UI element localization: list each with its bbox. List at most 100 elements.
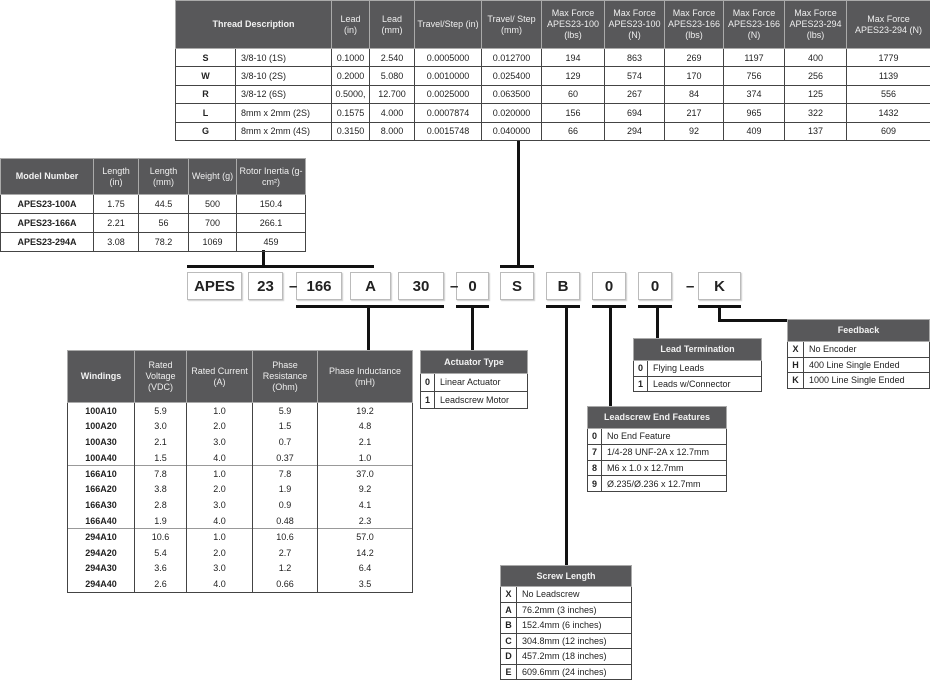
table-cell: 8.000 <box>370 122 415 140</box>
table-cell: 0.7 <box>253 434 318 450</box>
table-row: 294A402.64.00.663.5 <box>68 576 413 592</box>
table-cell: 267 <box>605 85 665 103</box>
table-cell: 3.0 <box>187 497 253 513</box>
table-cell: 2.21 <box>94 214 139 233</box>
table-title: Leadscrew End Features <box>588 407 727 429</box>
table-row: APES23-166A2.2156700266.1 <box>1 214 306 233</box>
connector-line <box>187 265 374 268</box>
table-cell: 8mm x 2mm (4S) <box>236 122 332 140</box>
table-cell: 294 <box>605 122 665 140</box>
table-cell: 14.2 <box>318 545 413 561</box>
column-header: Model Number <box>1 159 94 195</box>
table-cell: 170 <box>665 67 724 85</box>
table-cell: 4.0 <box>187 576 253 592</box>
table-cell: 1.0 <box>187 529 253 545</box>
option-description: No End Feature <box>602 429 727 445</box>
table-cell: 166A10 <box>68 466 135 482</box>
connector-line <box>296 305 444 308</box>
model-table: Model NumberLength (in)Length (mm)Weight… <box>0 158 306 252</box>
column-header: Thread Description <box>176 1 332 49</box>
table-cell: 3.6 <box>135 560 187 576</box>
table-row: L8mm x 2mm (2S)0.15754.0000.00078740.020… <box>176 104 930 122</box>
option-code: 0 <box>634 361 648 377</box>
connector-line <box>546 305 580 308</box>
table-row: APES23-100A1.7544.5500150.4 <box>1 195 306 214</box>
table-cell: 0.040000 <box>482 122 542 140</box>
option-code: 0 <box>588 429 602 445</box>
table-cell: 574 <box>605 67 665 85</box>
option-row: 0Flying Leads <box>634 361 762 377</box>
table-cell: 166A30 <box>68 497 135 513</box>
option-description: 457.2mm (18 inches) <box>517 649 632 665</box>
table-cell: 150.4 <box>237 195 306 214</box>
connector-line <box>262 250 265 266</box>
table-cell: APES23-166A <box>1 214 94 233</box>
table-cell: 2.6 <box>135 576 187 592</box>
option-description: 76.2mm (3 inches) <box>517 602 632 618</box>
table-cell: 0.9 <box>253 497 318 513</box>
connector-line <box>367 306 370 350</box>
table-cell: 3/8-10 (1S) <box>236 49 332 67</box>
option-row: 8M6 x 1.0 x 12.7mm <box>588 460 727 476</box>
table-title: Screw Length <box>501 566 632 587</box>
table-cell: 2.7 <box>253 545 318 561</box>
thread-table: Thread DescriptionLead (in)Lead (mm)Trav… <box>175 0 930 141</box>
part-segment: 23 <box>248 272 283 300</box>
option-description: 609.6mm (24 inches) <box>517 664 632 680</box>
part-segment: 0 <box>456 272 489 300</box>
table-row: W3/8-10 (2S)0.20005.0800.00100000.025400… <box>176 67 930 85</box>
table-cell: 1.5 <box>253 418 318 434</box>
table-row: APES23-294A3.0878.21069459 <box>1 233 306 252</box>
table-cell: 294A40 <box>68 576 135 592</box>
table-cell: 8mm x 2mm (2S) <box>236 104 332 122</box>
option-row: E609.6mm (24 inches) <box>501 664 632 680</box>
table-cell: 4.0 <box>187 450 253 466</box>
table-cell: 125 <box>785 85 847 103</box>
table-cell: 0.1575 <box>332 104 370 122</box>
table-cell: 322 <box>785 104 847 122</box>
table-cell: 194 <box>542 49 605 67</box>
table-cell: 0.0015748 <box>415 122 482 140</box>
table-cell: 100A10 <box>68 403 135 419</box>
option-code: X <box>501 587 517 603</box>
table-cell: 0.66 <box>253 576 318 592</box>
part-separator: – <box>686 272 694 300</box>
table-cell: L <box>176 104 236 122</box>
column-header: Max Force APES23-100 (lbs) <box>542 1 605 49</box>
option-row: K1000 Line Single Ended <box>788 373 930 389</box>
option-row: XNo Encoder <box>788 342 930 358</box>
option-row: D457.2mm (18 inches) <box>501 649 632 665</box>
table-title: Feedback <box>788 320 930 342</box>
option-description: Flying Leads <box>648 361 762 377</box>
table-cell: 7.8 <box>253 466 318 482</box>
column-header: Windings <box>68 351 135 403</box>
table-cell: 1.9 <box>135 513 187 529</box>
table-cell: 2.8 <box>135 497 187 513</box>
column-header: Travel/Step (in) <box>415 1 482 49</box>
table-cell: 1779 <box>847 49 930 67</box>
option-row: 9Ø.235/Ø.236 x 12.7mm <box>588 476 727 492</box>
table-cell: 44.5 <box>139 195 189 214</box>
option-code: X <box>788 342 804 358</box>
table-cell: 10.6 <box>253 529 318 545</box>
table-cell: 129 <box>542 67 605 85</box>
leadscrew-end-table: Leadscrew End Features0No End Feature71/… <box>587 406 727 492</box>
column-header: Rated Voltage (VDC) <box>135 351 187 403</box>
table-cell: 3.0 <box>187 434 253 450</box>
table-cell: 269 <box>665 49 724 67</box>
table-cell: 1197 <box>724 49 785 67</box>
table-cell: 7.8 <box>135 466 187 482</box>
table-cell: 0.025400 <box>482 67 542 85</box>
column-header: Travel/ Step (mm) <box>482 1 542 49</box>
option-row: B152.4mm (6 inches) <box>501 618 632 634</box>
table-cell: 3/8-10 (2S) <box>236 67 332 85</box>
part-segment: 0 <box>638 272 672 300</box>
option-description: 152.4mm (6 inches) <box>517 618 632 634</box>
table-cell: 100A20 <box>68 418 135 434</box>
table-cell: 3.8 <box>135 481 187 497</box>
column-header: Max Force APES23-100 (N) <box>605 1 665 49</box>
table-cell: 37.0 <box>318 466 413 482</box>
table-cell: 0.0010000 <box>415 67 482 85</box>
table-cell: 1.0 <box>187 403 253 419</box>
column-header: Max Force APES23-166 (N) <box>724 1 785 49</box>
